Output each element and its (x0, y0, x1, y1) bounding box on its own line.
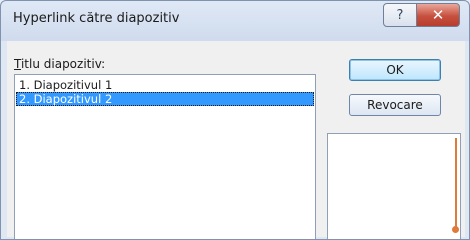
slide-preview (327, 133, 461, 239)
slide-list[interactable]: 1. Diapozitivul 1 2. Diapozitivul 2 (14, 74, 316, 239)
dialog-window: Hyperlink către diapozitiv ? ✕ Titlu dia… (0, 0, 470, 240)
list-item-slide-2[interactable]: 2. Diapozitivul 2 (16, 92, 314, 106)
label-text: itlu diapozitiv: (20, 57, 106, 71)
ok-button[interactable]: OK (349, 59, 441, 81)
label-accelerator: T (14, 57, 21, 71)
preview-accent-line (455, 138, 457, 230)
list-item-slide-1[interactable]: 1. Diapozitivul 1 (16, 78, 314, 92)
slide-title-label: Titlu diapozitiv: (14, 57, 105, 71)
preview-accent-dot (452, 226, 459, 233)
help-button[interactable]: ? (383, 3, 417, 27)
help-icon: ? (396, 7, 404, 23)
close-button[interactable]: ✕ (416, 3, 460, 27)
title-bar[interactable]: Hyperlink către diapozitiv ? ✕ (1, 1, 469, 41)
window-title: Hyperlink către diapozitiv (13, 11, 180, 26)
cancel-button[interactable]: Revocare (349, 94, 441, 116)
close-icon: ✕ (431, 6, 445, 24)
